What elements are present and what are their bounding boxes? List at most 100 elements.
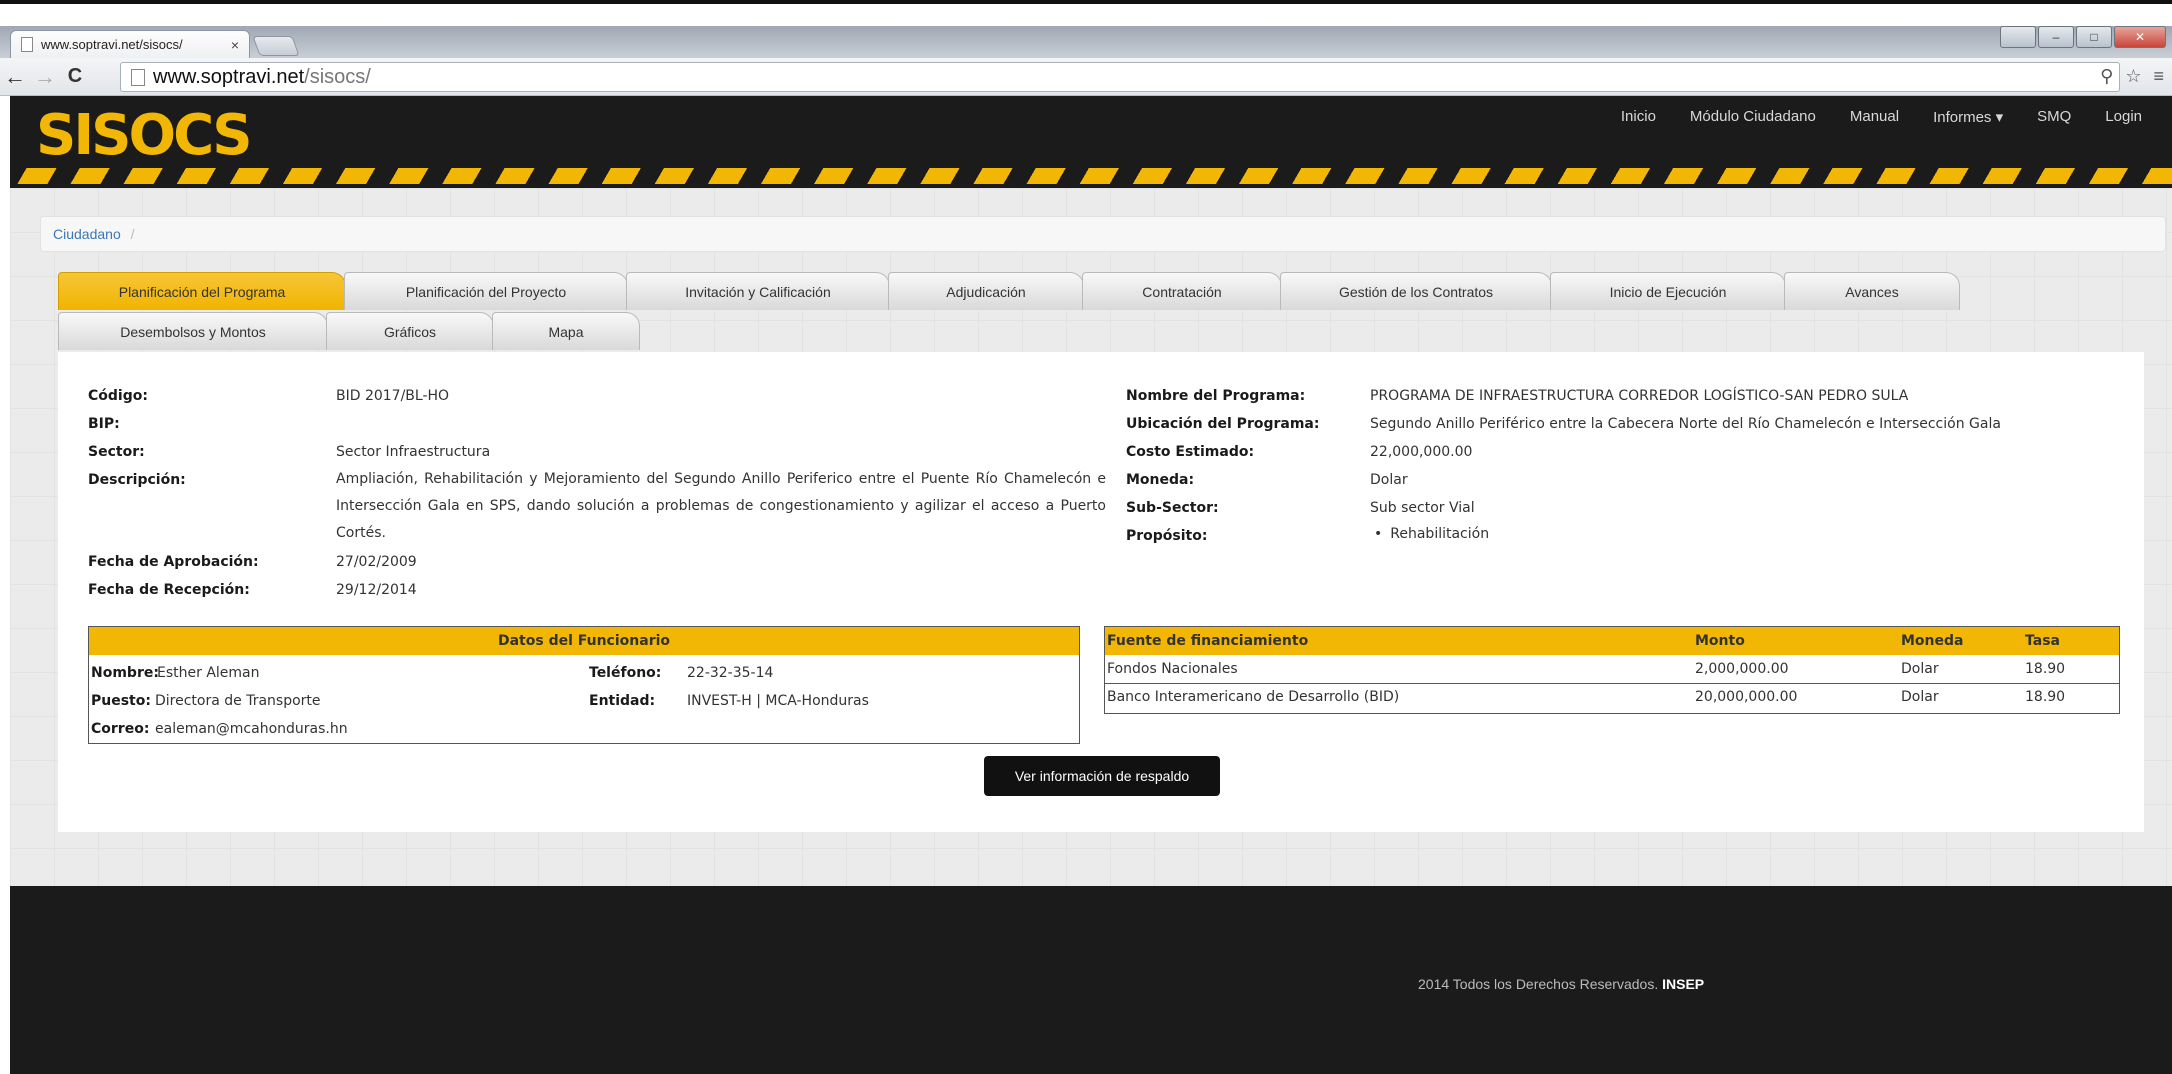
toolbar-actions: ⚲ ☆ ≡ (2100, 66, 2164, 87)
tab-mapa[interactable]: Mapa (492, 312, 640, 350)
nav-smq[interactable]: SMQ (2037, 108, 2071, 126)
func-puesto-value: Directora de Transporte (155, 693, 321, 709)
nombre-programa-value: PROGRAMA DE INFRAESTRUCTURA CORREDOR LOG… (1370, 388, 1909, 404)
moneda-value: Dolar (1370, 472, 1408, 488)
fin-cell-monto: 20,000,000.00 (1695, 689, 1798, 706)
func-correo-label: Correo: (91, 721, 150, 737)
window-top-border (0, 0, 2172, 4)
minimize-button[interactable]: – (2038, 26, 2074, 48)
funcionario-table: Datos del Funcionario Nombre: Esther Ale… (88, 626, 1080, 744)
tab-gestion-contratos[interactable]: Gestión de los Contratos (1280, 272, 1552, 310)
func-entidad-label: Entidad: (589, 693, 656, 709)
url-host: www.soptravi.net (153, 65, 305, 88)
tab-planificacion-programa[interactable]: Planificación del Programa (58, 272, 346, 310)
fin-cell-tasa: 18.90 (2025, 689, 2066, 706)
subsector-value: Sub sector Vial (1370, 500, 1475, 516)
tab-row-primary: Planificación del Programa Planificación… (58, 272, 1960, 310)
user-icon[interactable] (2000, 26, 2036, 48)
address-bar[interactable]: www.soptravi.net/sisocs/ (120, 62, 2120, 92)
tab-avances[interactable]: Avances (1784, 272, 1960, 310)
nav-inicio[interactable]: Inicio (1621, 108, 1656, 126)
fin-cell-fuente: Banco Interamericano de Desarrollo (BID) (1107, 689, 1400, 706)
footer-copyright: 2014 Todos los Derechos Reservados. INSE… (1418, 976, 1704, 992)
financiamiento-table: Fuente de financiamiento Monto Moneda Ta… (1104, 626, 2120, 714)
nav-login[interactable]: Login (2105, 108, 2142, 126)
url-path: /sisocs/ (304, 65, 371, 88)
nav-modulo-ciudadano[interactable]: Módulo Ciudadano (1690, 108, 1816, 126)
browser-tabstrip: www.soptravi.net/sisocs/ × – □ ✕ (0, 26, 2172, 58)
func-telefono-value: 22-32-35-14 (687, 665, 774, 681)
codigo-value: BID 2017/BL-HO (336, 388, 450, 404)
func-telefono-label: Teléfono: (589, 665, 662, 681)
func-entidad-value: INVEST-H | MCA-Honduras (687, 693, 869, 709)
fin-cell-tasa: 18.90 (2023, 655, 2119, 684)
fin-header-moneda: Moneda (1899, 627, 2023, 655)
func-nombre-value: Esther Aleman (157, 665, 260, 681)
browser-toolbar: ← → C www.soptravi.net/sisocs/ ⚲ ☆ ≡ (0, 58, 2172, 96)
page-icon (21, 37, 33, 52)
tab-graficos[interactable]: Gráficos (326, 312, 494, 350)
sector-label: Sector: (88, 444, 145, 460)
nav-manual[interactable]: Manual (1850, 108, 1899, 126)
browser-tab-title: www.soptravi.net/sisocs/ (41, 37, 183, 52)
costo-label: Costo Estimado: (1126, 444, 1255, 460)
fecha-recepcion-value: 29/12/2014 (336, 582, 417, 598)
fecha-aprobacion-label: Fecha de Aprobación: (88, 554, 259, 570)
proposito-value: Rehabilitación (1374, 526, 1489, 542)
programa-panel: Código: BID 2017/BL-HO BIP: Sector: Sect… (58, 352, 2144, 832)
moneda-label: Moneda: (1126, 472, 1195, 488)
subsector-label: Sub-Sector: (1126, 500, 1219, 516)
fin-header-fuente: Fuente de financiamiento (1105, 627, 1693, 655)
footer-brand: INSEP (1662, 976, 1705, 992)
page-icon (131, 68, 145, 86)
func-puesto-label: Puesto: (91, 693, 151, 709)
browser-tab[interactable]: www.soptravi.net/sisocs/ × (10, 30, 250, 58)
tab-invitacion-calificacion[interactable]: Invitación y Calificación (626, 272, 890, 310)
extension-icon[interactable]: ⚲ (2100, 66, 2113, 87)
tab-contratacion[interactable]: Contratación (1082, 272, 1282, 310)
fin-cell-monto: 2,000,000.00 (1693, 655, 1899, 684)
new-tab-button[interactable] (252, 36, 300, 56)
reload-button[interactable]: C (60, 65, 90, 88)
fin-header-tasa: Tasa (2023, 627, 2119, 655)
costo-value: 22,000,000.00 (1370, 444, 1473, 460)
fin-cell-moneda: Dolar (1899, 655, 2023, 684)
funcionario-title: Datos del Funcionario (89, 627, 1079, 655)
nombre-programa-label: Nombre del Programa: (1126, 388, 1306, 404)
fecha-recepcion-label: Fecha de Recepción: (88, 582, 250, 598)
table-row: Banco Interamericano de Desarrollo (BID)… (1105, 683, 2119, 711)
bookmark-star-icon[interactable]: ☆ (2125, 66, 2141, 87)
ver-respaldo-button[interactable]: Ver información de respaldo (984, 756, 1220, 796)
hazard-stripe (10, 168, 2172, 184)
main-nav: Inicio Módulo Ciudadano Manual Informes … (1621, 108, 2142, 126)
func-correo-value[interactable]: ealeman@mcahonduras.hn (155, 721, 348, 737)
fin-cell-moneda: Dolar (1901, 689, 1939, 706)
breadcrumb-ciudadano[interactable]: Ciudadano (53, 226, 121, 242)
proposito-label: Propósito: (1126, 528, 1208, 544)
menu-icon[interactable]: ≡ (2153, 66, 2164, 87)
back-button[interactable]: ← (0, 64, 30, 90)
descripcion-label: Descripción: (88, 472, 186, 488)
fin-header-monto: Monto (1693, 627, 1899, 655)
tab-planificacion-proyecto[interactable]: Planificación del Proyecto (344, 272, 628, 310)
maximize-button[interactable]: □ (2076, 26, 2112, 48)
fecha-aprobacion-value: 27/02/2009 (336, 554, 417, 570)
fin-cell-fuente: Fondos Nacionales (1105, 655, 1693, 684)
tab-adjudicacion[interactable]: Adjudicación (888, 272, 1084, 310)
func-nombre-label: Nombre: (91, 665, 159, 681)
tab-row-secondary: Desembolsos y Montos Gráficos Mapa (58, 312, 640, 350)
ubicacion-label: Ubicación del Programa: (1126, 416, 1320, 432)
close-window-button[interactable]: ✕ (2114, 26, 2166, 48)
breadcrumb: Ciudadano / (40, 216, 2166, 252)
ubicacion-value: Segundo Anillo Periférico entre la Cabec… (1370, 416, 2001, 432)
codigo-label: Código: (88, 388, 148, 404)
breadcrumb-separator: / (130, 226, 135, 242)
table-row: Fondos Nacionales 2,000,000.00 Dolar 18.… (1105, 655, 2119, 684)
window-controls: – □ ✕ (2000, 26, 2166, 48)
close-tab-icon[interactable]: × (231, 37, 239, 53)
tab-desembolsos-montos[interactable]: Desembolsos y Montos (58, 312, 328, 350)
site-logo[interactable]: SISOCS (36, 104, 253, 168)
nav-informes[interactable]: Informes ▾ (1933, 108, 2003, 126)
tab-inicio-ejecucion[interactable]: Inicio de Ejecución (1550, 272, 1786, 310)
forward-button[interactable]: → (30, 64, 60, 90)
